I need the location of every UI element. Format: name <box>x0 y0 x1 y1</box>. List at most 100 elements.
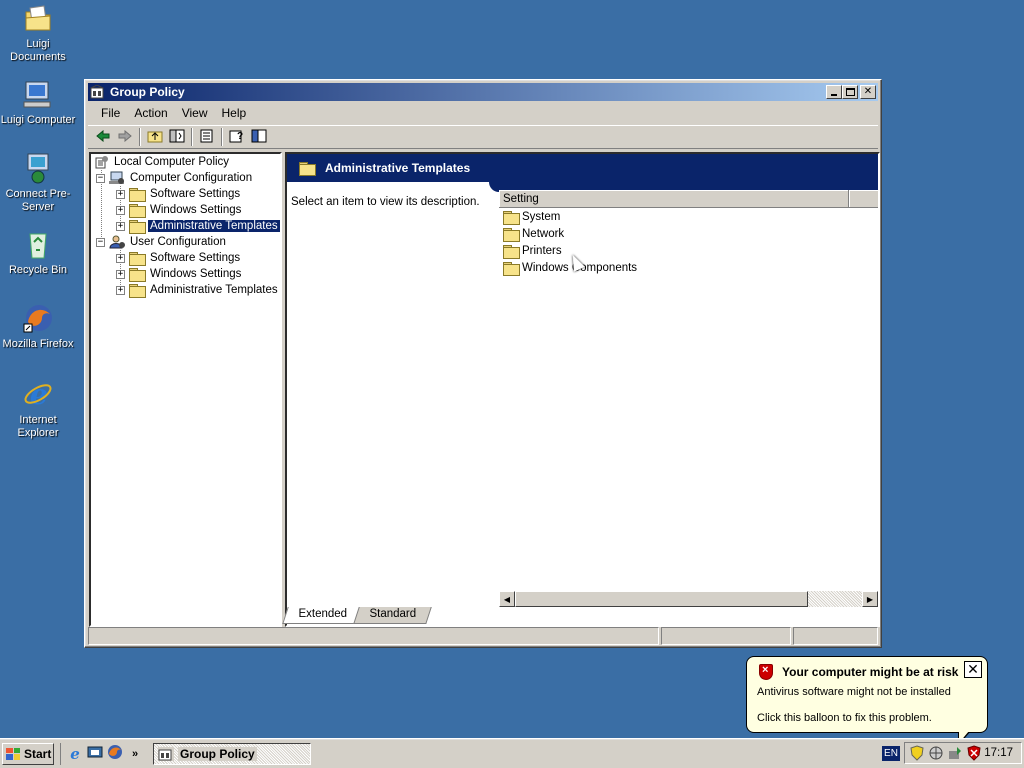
properties-icon <box>251 129 267 146</box>
expand-toggle[interactable]: + <box>116 189 125 199</box>
help-icon: ? <box>229 129 245 146</box>
column-header-empty <box>849 190 878 207</box>
expand-toggle[interactable]: + <box>116 205 125 215</box>
expand-toggle[interactable]: + <box>116 253 125 263</box>
tree-item-local-computer-policy[interactable]: Local Computer Policy <box>93 154 231 170</box>
properties-button[interactable] <box>248 127 270 147</box>
network-icon[interactable] <box>928 745 944 761</box>
scroll-right-button[interactable]: ▶ <box>862 591 878 607</box>
balloon-close-button[interactable]: ✕ <box>964 661 982 678</box>
folder-icon <box>503 244 520 259</box>
menu-bar: File Action View Help <box>88 103 878 123</box>
folder-icon <box>129 284 146 298</box>
export-list-button[interactable] <box>196 127 218 147</box>
balloon-line-1: Antivirus software might not be installe… <box>757 686 951 698</box>
close-button[interactable]: ✕ <box>860 85 876 99</box>
tree-item-user-configuration[interactable]: − User Configuration <box>96 234 228 250</box>
clock[interactable]: 17:17 <box>984 747 1013 759</box>
security-alert-shield-icon[interactable] <box>966 745 982 761</box>
menu-action[interactable]: Action <box>127 106 174 120</box>
folder-icon <box>129 204 146 218</box>
minimize-button[interactable] <box>826 85 842 99</box>
desktop-icon-label: Internet Explorer <box>17 414 59 439</box>
tab-standard[interactable]: Standard <box>352 607 432 624</box>
list-item-system[interactable]: System <box>499 208 878 225</box>
up-one-level-button[interactable] <box>144 127 166 147</box>
taskbar-button-group-policy[interactable]: Group Policy <box>153 742 311 765</box>
desktop-icon-label: Luigi Documents <box>10 38 66 63</box>
desktop-icon-recycle[interactable]: Recycle Bin <box>0 228 76 277</box>
network-computer-icon <box>22 152 54 184</box>
collapse-toggle[interactable]: − <box>96 173 105 183</box>
forward-arrow-icon <box>118 129 132 145</box>
expand-toggle[interactable]: + <box>116 285 125 295</box>
details-header-title: Administrative Templates <box>325 161 471 175</box>
update-icon[interactable] <box>947 745 963 761</box>
taskbar: Start e » Group Policy EN 17:17 <box>0 738 1024 768</box>
title-bar[interactable]: Group Policy ✕ <box>88 83 878 101</box>
menu-view[interactable]: View <box>175 106 215 120</box>
scroll-thumb[interactable] <box>515 591 808 607</box>
quick-launch-ie[interactable]: e <box>65 744 85 764</box>
toolbar-separator <box>221 128 223 146</box>
language-indicator[interactable]: EN <box>882 746 900 761</box>
help-button[interactable]: ? <box>226 127 248 147</box>
tree-item-computer-configuration[interactable]: − Computer Configuration <box>96 170 254 186</box>
forward-button[interactable] <box>114 127 136 147</box>
maximize-button[interactable] <box>842 85 858 99</box>
quick-launch-more[interactable]: » <box>125 744 145 764</box>
group-policy-app-icon <box>90 84 106 99</box>
list-item-network[interactable]: Network <box>499 225 878 242</box>
menu-file[interactable]: File <box>94 106 127 120</box>
back-button[interactable] <box>92 127 114 147</box>
security-balloon[interactable]: Your computer might be at risk ✕ Antivir… <box>746 656 988 733</box>
computer-icon <box>22 78 54 110</box>
quick-launch: e » <box>60 742 145 765</box>
list-item-printers[interactable]: Printers <box>499 242 878 259</box>
tree-item-software-settings[interactable]: + Software Settings <box>116 186 242 202</box>
group-policy-window: Group Policy ✕ File Action View Help ? L… <box>84 79 882 648</box>
scroll-track[interactable] <box>808 591 862 607</box>
desktop-icon-firefox[interactable]: Mozilla Firefox <box>0 302 76 351</box>
desktop-icon-computer[interactable]: Luigi Computer <box>0 78 76 127</box>
tree-item-windows-settings[interactable]: + Windows Settings <box>116 266 243 282</box>
tree-item-administrative-templates[interactable]: + Administrative Templates <box>116 218 281 234</box>
console-tree-icon <box>169 129 185 146</box>
folder-icon <box>503 227 520 242</box>
desktop-icon-connect[interactable]: Connect Pre-Server <box>0 152 76 214</box>
windows-logo-icon <box>6 747 20 760</box>
list-item-windows-components[interactable]: Windows Components <box>499 259 878 276</box>
quick-launch-firefox[interactable] <box>105 744 125 764</box>
console-tree: Local Computer Policy − Computer Configu… <box>89 152 282 627</box>
expand-toggle[interactable]: + <box>116 269 125 279</box>
column-header-setting[interactable]: Setting <box>499 190 849 207</box>
menu-help[interactable]: Help <box>215 106 254 120</box>
horizontal-scrollbar[interactable]: ◀ ▶ <box>499 591 878 607</box>
toolbar-separator <box>191 128 193 146</box>
folder-icon <box>129 268 146 282</box>
collapse-toggle[interactable]: − <box>96 237 105 247</box>
status-panel <box>661 627 791 645</box>
start-button[interactable]: Start <box>2 742 54 765</box>
quick-launch-desktop[interactable] <box>85 744 105 764</box>
arrow-right-icon: ▶ <box>866 594 874 604</box>
scroll-left-button[interactable]: ◀ <box>499 591 515 607</box>
tree-item-software-settings[interactable]: + Software Settings <box>116 250 242 266</box>
desktop-icon-label: Luigi Computer <box>0 114 76 126</box>
security-center-icon[interactable] <box>909 745 925 761</box>
firefox-icon <box>107 744 123 763</box>
desktop-icon-ie[interactable]: e Internet Explorer <box>0 378 76 440</box>
tab-extended[interactable]: Extended <box>282 607 363 624</box>
folder-icon <box>503 261 520 276</box>
folder-up-icon <box>147 129 163 146</box>
desktop-icon-documents[interactable]: Luigi Documents <box>0 2 76 64</box>
computer-config-icon <box>109 171 125 185</box>
folder-icon <box>299 162 316 176</box>
expand-toggle[interactable]: + <box>116 221 125 231</box>
tree-item-windows-settings[interactable]: + Windows Settings <box>116 202 243 218</box>
show-hide-tree-button[interactable] <box>166 127 188 147</box>
tree-item-administrative-templates[interactable]: + Administrative Templates <box>116 282 280 298</box>
documents-folder-icon <box>22 2 54 34</box>
desktop-icon-label: Recycle Bin <box>8 264 68 276</box>
status-panel <box>88 627 659 645</box>
